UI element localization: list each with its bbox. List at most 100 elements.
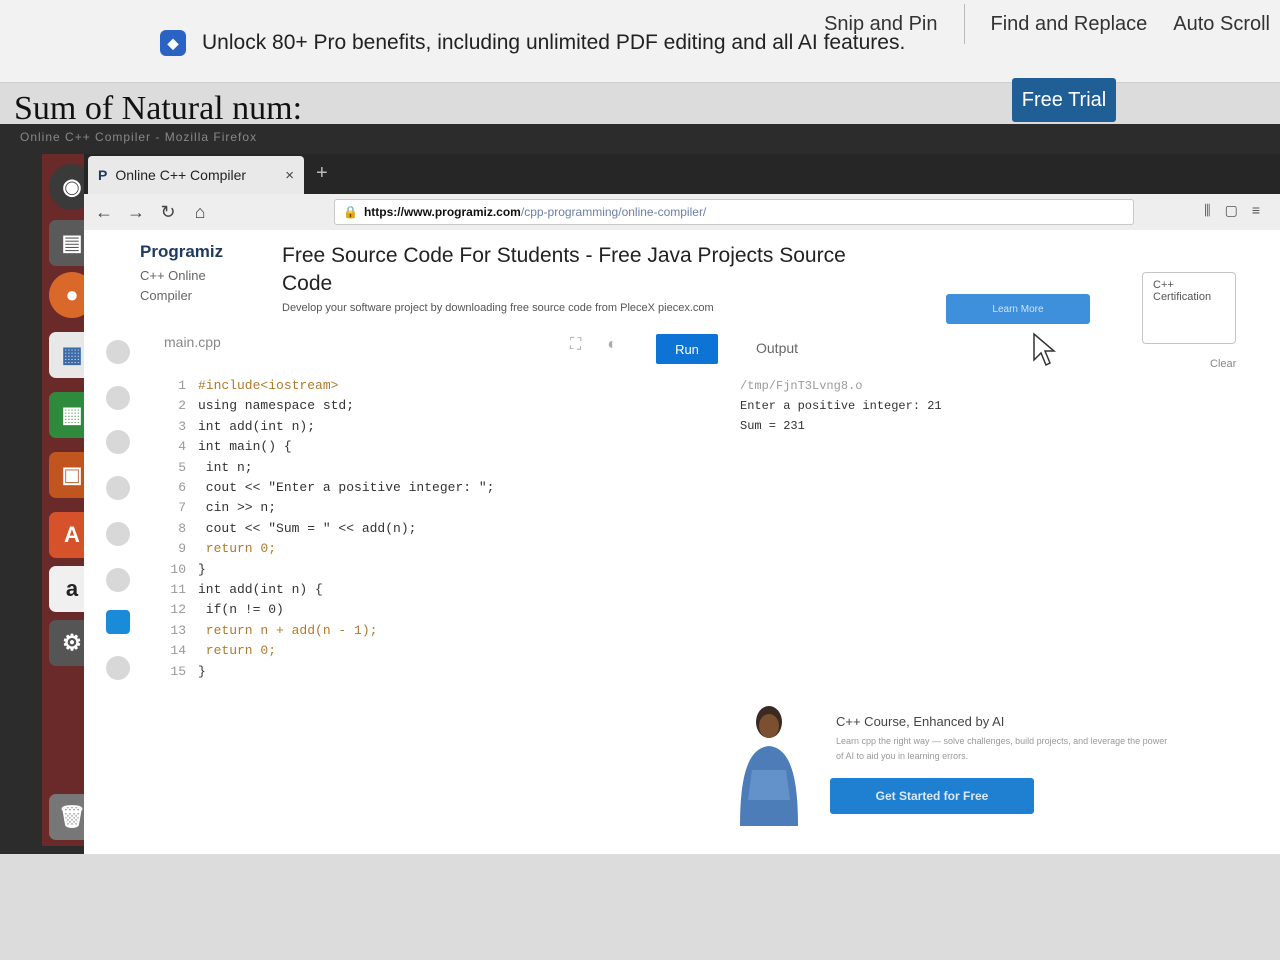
code-line: 2 using namespace std; [164, 396, 494, 416]
pro-badge-icon: ◆ [160, 30, 186, 56]
programiz-favicon-icon: P [98, 167, 108, 183]
clear-button[interactable]: Clear [1210, 358, 1236, 370]
sidebar-icon[interactable]: ▢ [1225, 202, 1238, 219]
csharp-icon[interactable] [106, 656, 130, 680]
document-title: Sum of Natural num: [14, 90, 303, 127]
code-line: 15} [164, 662, 494, 682]
logo-subtitle: C++ Online Compiler [140, 268, 206, 303]
java-icon[interactable] [106, 522, 130, 546]
browser-tab[interactable]: P Online C++ Compiler × [88, 156, 304, 194]
output-sum-line: Sum = 231 [740, 419, 805, 433]
code-line: 5 int n; [164, 458, 494, 478]
html-icon[interactable] [106, 476, 130, 500]
programiz-logo[interactable]: Programiz [140, 242, 223, 262]
course-instructor-image [740, 706, 798, 826]
window-title: Online C++ Compiler - Mozilla Firefox [20, 130, 258, 144]
embedded-desktop-screenshot: Online C++ Compiler - Mozilla Firefox ◉ … [0, 124, 1280, 854]
page-content: Programiz C++ Online Compiler Free Sourc… [84, 230, 1280, 854]
code-line: 4 int main() { [164, 437, 494, 457]
run-button[interactable]: Run [656, 334, 718, 364]
code-text: if(n != 0) [198, 602, 284, 618]
code-line: 1 #include<iostream> [164, 376, 494, 396]
certification-card[interactable]: C++ Certification [1142, 272, 1236, 344]
forward-icon[interactable]: → [120, 202, 152, 223]
code-line: 6 cout << "Enter a positive integer: "; [164, 478, 494, 498]
reload-icon[interactable]: ↻ [152, 202, 184, 223]
toolbar-divider [963, 4, 965, 44]
code-text: cin >> n; [198, 500, 277, 516]
python-icon[interactable] [106, 340, 130, 364]
new-tab-button[interactable]: + [316, 162, 328, 185]
home-icon[interactable]: ⌂ [184, 202, 216, 223]
browser-menu-area: ⫼ ▢ ≡ [1204, 202, 1260, 219]
code-text: int add(int n) { [198, 582, 323, 598]
fullscreen-icon[interactable]: ⛶ [570, 336, 581, 354]
pro-promo-banner: ◆ Unlock 80+ Pro benefits, including unl… [160, 30, 905, 56]
find-and-replace-button[interactable]: Find and Replace [991, 13, 1148, 36]
tab-title: Online C++ Compiler [115, 167, 247, 183]
code-line: 8 cout << "Sum = " << add(n); [164, 519, 494, 539]
line-number: 12 [170, 602, 186, 618]
code-text: int main() { [198, 439, 292, 455]
auto-scroll-button[interactable]: Auto Scroll [1173, 13, 1270, 36]
output-panel: /tmp/FjnT3Lvng8.o Enter a positive integ… [740, 376, 942, 436]
code-line: 7 cin >> n; [164, 498, 494, 518]
output-label: Output [756, 340, 799, 356]
line-number: 10 [170, 561, 186, 577]
c-icon[interactable] [106, 568, 130, 592]
line-number: 11 [170, 582, 186, 598]
course-description: Learn cpp the right way — solve challeng… [836, 736, 1168, 761]
menu-icon[interactable]: ≡ [1252, 202, 1260, 219]
code-text: } [198, 663, 206, 679]
ad-title[interactable]: Free Source Code For Students - Free Jav… [282, 242, 862, 298]
file-tab-main-cpp[interactable]: main.cpp [164, 334, 221, 350]
code-text: cout << "Enter a positive integer: "; [198, 480, 495, 496]
sql-icon[interactable] [106, 430, 130, 454]
line-number: 1 [178, 378, 186, 393]
url-host: https://www.programiz.com [363, 205, 521, 219]
line-number: 8 [178, 520, 186, 536]
line-number: 7 [178, 500, 186, 516]
line-number: 3 [178, 418, 186, 434]
close-tab-icon[interactable]: × [285, 167, 294, 184]
code-line: 14 return 0; [164, 641, 494, 661]
promo-text: Unlock 80+ Pro benefits, including unlim… [202, 31, 906, 54]
get-started-button[interactable]: Get Started for Free [830, 778, 1034, 814]
code-editor[interactable]: 1 #include<iostream> 2 using namespace std… [164, 376, 494, 682]
line-number: 15 [170, 663, 186, 679]
code-line: 11 int add(int n) { [164, 580, 494, 600]
code-text: return 0; [198, 541, 277, 557]
theme-icon[interactable]: ◐ [607, 336, 617, 354]
line-number: 13 [170, 622, 186, 638]
code-text: cout << "Sum = " << add(n); [198, 520, 417, 536]
output-path: /tmp/FjnT3Lvng8.o [740, 379, 863, 393]
free-trial-button[interactable]: Free Trial [1012, 78, 1116, 122]
url-bar[interactable]: 🔒 https://www.programiz.com/cpp-programm… [334, 199, 1134, 225]
code-text: } [198, 561, 206, 577]
code-line: 10} [164, 560, 494, 580]
code-line: 3 int add(int n); [164, 417, 494, 437]
editor-tools: ⛶ ◐ [570, 336, 617, 354]
code-text: int add(int n); [198, 418, 316, 434]
editor-side-rail [98, 330, 138, 730]
code-text: #include<iostream> [198, 378, 339, 393]
library-icon[interactable]: ⫼ [1204, 202, 1210, 219]
line-number: 2 [178, 398, 186, 414]
code-line: 12 if(n != 0) [164, 600, 494, 620]
ad-description: Develop your software project by downloa… [282, 302, 714, 314]
learn-more-button[interactable]: Learn More [946, 294, 1090, 324]
lock-icon: 🔒 [343, 205, 358, 219]
cpp-icon[interactable] [106, 610, 130, 634]
mouse-cursor-icon [1033, 332, 1057, 367]
certification-text: C++ Certification [1153, 279, 1212, 303]
pdf-app-header: Snip and Pin Find and Replace Auto Scrol… [0, 0, 1280, 83]
code-line: 9 return 0; [164, 539, 494, 559]
line-number: 5 [178, 459, 186, 475]
back-icon[interactable]: ← [88, 202, 120, 223]
r-icon[interactable] [106, 386, 130, 410]
browser-nav-bar: ← → ↻ ⌂ 🔒 https://www.programiz.com/cpp-… [84, 194, 1280, 230]
browser-tab-bar: P Online C++ Compiler × + [84, 154, 1280, 194]
course-title: C++ Course, Enhanced by AI [836, 714, 1005, 729]
url-path: /cpp-programming/online-compiler/ [520, 205, 707, 219]
code-text: return n + add(n - 1); [198, 622, 378, 638]
